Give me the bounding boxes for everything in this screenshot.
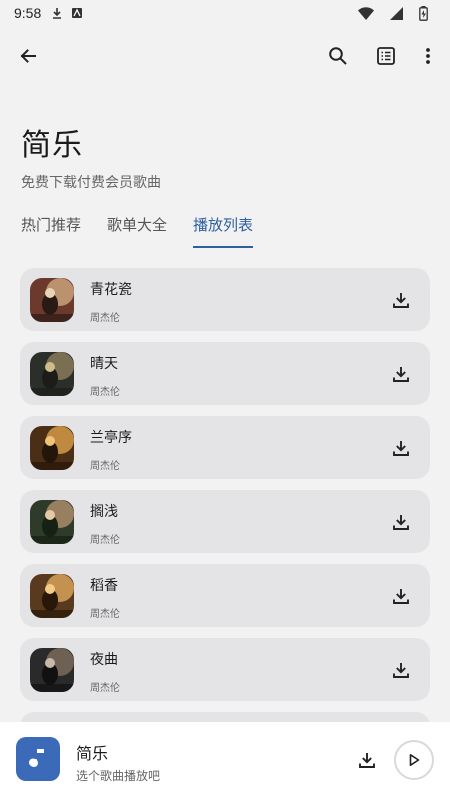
app-bar (0, 34, 450, 78)
battery-icon (419, 5, 428, 21)
mini-player: 简乐 选个歌曲播放吧 (0, 722, 450, 800)
download-button[interactable] (388, 509, 414, 535)
list-view-button[interactable] (368, 38, 404, 74)
album-cover (30, 574, 74, 618)
song-title: 稻香 (90, 578, 118, 594)
download-icon (393, 663, 409, 678)
song-artist: 周杰伦 (90, 683, 120, 694)
tab-play-queue[interactable]: 播放列表 (193, 208, 254, 248)
album-cover (30, 278, 74, 322)
song-list: 青花瓷 周杰伦 晴天 周杰伦 兰亭序 周杰伦 搁浅 周杰伦 稻香 周杰伦 夜曲 周杰伦 (20, 268, 430, 712)
player-artwork[interactable] (16, 737, 60, 781)
download-button[interactable] (388, 657, 414, 683)
play-button[interactable] (394, 740, 434, 780)
song-card[interactable]: 青花瓷 周杰伦 (20, 268, 430, 331)
status-time: 9:58 (14, 5, 42, 21)
song-card[interactable]: 兰亭序 周杰伦 (20, 416, 430, 479)
download-icon (393, 441, 409, 456)
status-bar: 9:58 (0, 0, 450, 26)
download-status-icon (51, 7, 63, 19)
search-icon (329, 47, 347, 65)
tab-bar: 热门推荐 歌单大全 播放列表 (0, 208, 450, 248)
signal-icon (390, 6, 403, 20)
download-button[interactable] (388, 361, 414, 387)
list-icon (377, 47, 395, 65)
player-download-button[interactable] (354, 747, 380, 773)
song-artist: 周杰伦 (90, 387, 120, 398)
download-button[interactable] (388, 287, 414, 313)
song-title: 晴天 (90, 356, 118, 372)
album-cover (30, 352, 74, 396)
song-card[interactable]: 晴天 周杰伦 (20, 342, 430, 405)
song-artist: 周杰伦 (90, 609, 120, 620)
more-vert-icon (426, 48, 430, 64)
arrow-back-icon (20, 49, 36, 63)
download-icon (393, 589, 409, 604)
download-button[interactable] (388, 583, 414, 609)
tab-hot-recommend[interactable]: 热门推荐 (21, 208, 81, 248)
download-icon (393, 515, 409, 530)
song-card[interactable]: 稻香 周杰伦 (20, 564, 430, 627)
album-cover (30, 648, 74, 692)
tab-playlists[interactable]: 歌单大全 (107, 208, 167, 248)
song-title: 兰亭序 (90, 430, 132, 446)
search-button[interactable] (320, 38, 356, 74)
album-cover (30, 426, 74, 470)
play-icon (409, 754, 420, 766)
page-subtitle: 免费下载付费会员歌曲 (21, 175, 161, 191)
music-note-icon (29, 749, 44, 767)
player-title: 简乐 (76, 744, 109, 763)
more-options-button[interactable] (410, 38, 446, 74)
back-button[interactable] (10, 38, 46, 74)
song-artist: 周杰伦 (90, 313, 120, 324)
song-card[interactable]: 夜曲 周杰伦 (20, 638, 430, 701)
player-subtitle: 选个歌曲播放吧 (76, 769, 161, 783)
song-card[interactable]: 搁浅 周杰伦 (20, 490, 430, 553)
song-artist: 周杰伦 (90, 535, 120, 546)
download-icon (393, 367, 409, 382)
song-title: 搁浅 (90, 504, 118, 520)
app-notification-icon (71, 7, 83, 19)
wifi-icon (358, 6, 374, 20)
download-icon (359, 753, 375, 768)
page-title: 简乐 (21, 128, 83, 163)
song-title: 夜曲 (90, 652, 118, 668)
album-cover (30, 500, 74, 544)
download-icon (393, 293, 409, 308)
song-title: 青花瓷 (90, 282, 132, 298)
download-button[interactable] (388, 435, 414, 461)
title-block: 简乐 免费下载付费会员歌曲 (21, 120, 161, 192)
song-artist: 周杰伦 (90, 461, 120, 472)
